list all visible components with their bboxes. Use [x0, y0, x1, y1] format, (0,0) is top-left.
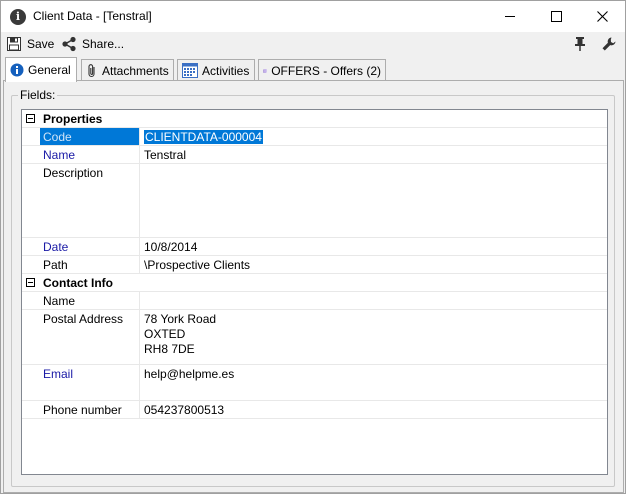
- row-value-contact-name[interactable]: [140, 292, 607, 309]
- maximize-icon: [550, 11, 562, 22]
- row-label: Name: [40, 146, 140, 163]
- category-label: Contact Info: [43, 276, 113, 290]
- grid-row-code[interactable]: Code CLIENTDATA-000004: [22, 128, 607, 146]
- row-value-path[interactable]: \Prospective Clients: [140, 256, 607, 273]
- settings-button[interactable]: [601, 36, 617, 55]
- grid-row-email[interactable]: Email help@helpme.es: [22, 365, 607, 401]
- row-label: Name: [40, 292, 140, 309]
- fields-legend: Fields:: [18, 88, 58, 102]
- minimize-icon: [505, 16, 515, 17]
- tab-offers[interactable]: OFFERS - Offers (2): [258, 59, 386, 81]
- tab-offers-label: OFFERS - Offers (2): [271, 63, 381, 78]
- row-label: Description: [40, 164, 140, 237]
- property-grid[interactable]: Properties Code CLIENTDATA-000004 Name T…: [21, 109, 608, 475]
- calendar-icon: [182, 63, 198, 78]
- row-label: Phone number: [40, 401, 140, 418]
- share-label: Share...: [82, 37, 125, 51]
- pin-icon: [575, 37, 585, 51]
- row-value-email[interactable]: help@helpme.es: [140, 365, 607, 400]
- share-icon: [62, 36, 76, 52]
- toolbar: Save Share...: [1, 32, 625, 56]
- close-icon: [596, 11, 608, 22]
- client-data-window: i Client Data - [Tenstral] Save Share...…: [0, 0, 626, 494]
- row-label: Email: [40, 365, 140, 400]
- code-value-text: CLIENTDATA-000004: [144, 130, 263, 144]
- paperclip-icon: [88, 63, 95, 77]
- grid-row-path[interactable]: Path \Prospective Clients: [22, 256, 607, 274]
- tab-attachments[interactable]: Attachments: [81, 59, 174, 81]
- row-value-postal-address[interactable]: 78 York Road OXTED RH8 7DE: [140, 310, 607, 364]
- save-label: Save: [27, 37, 55, 51]
- grid-row-description[interactable]: Description: [22, 164, 607, 238]
- row-label: Postal Address: [40, 310, 140, 364]
- row-label: Code: [40, 128, 140, 145]
- row-value-phone[interactable]: 054237800513: [140, 401, 607, 418]
- save-button[interactable]: Save: [6, 35, 54, 53]
- tab-activities[interactable]: Activities: [177, 59, 255, 81]
- folder-icon: [263, 68, 267, 73]
- category-properties[interactable]: Properties: [22, 110, 607, 128]
- row-value-code[interactable]: CLIENTDATA-000004: [140, 128, 607, 145]
- maximize-button[interactable]: [533, 1, 579, 32]
- grid-row-postal-address[interactable]: Postal Address 78 York Road OXTED RH8 7D…: [22, 310, 607, 365]
- tab-attachments-label: Attachments: [102, 63, 169, 78]
- row-value-date[interactable]: 10/8/2014: [140, 238, 607, 255]
- tab-general[interactable]: General: [5, 57, 77, 82]
- grid-row-phone[interactable]: Phone number 054237800513: [22, 401, 607, 419]
- grid-row-name[interactable]: Name Tenstral: [22, 146, 607, 164]
- pin-button[interactable]: [573, 36, 587, 55]
- info-icon: i: [10, 9, 26, 25]
- window-title: Client Data - [Tenstral]: [33, 9, 152, 23]
- share-button[interactable]: Share...: [61, 35, 124, 53]
- info-icon: [10, 63, 24, 77]
- category-contact-info[interactable]: Contact Info: [22, 274, 607, 292]
- category-label: Properties: [43, 112, 103, 126]
- save-icon: [7, 37, 21, 51]
- row-value-description[interactable]: [140, 164, 607, 237]
- title-bar[interactable]: i Client Data - [Tenstral]: [1, 1, 625, 32]
- collapse-icon[interactable]: [26, 114, 35, 123]
- grid-row-date[interactable]: Date 10/8/2014: [22, 238, 607, 256]
- tab-strip: General Attachments Activities OFFERS - …: [1, 57, 625, 82]
- tab-activities-label: Activities: [202, 63, 250, 78]
- wrench-icon: [602, 37, 616, 51]
- grid-row-contact-name[interactable]: Name: [22, 292, 607, 310]
- row-label: Date: [40, 238, 140, 255]
- collapse-icon[interactable]: [26, 278, 35, 287]
- minimize-button[interactable]: [487, 1, 533, 32]
- row-label: Path: [40, 256, 140, 273]
- row-value-name[interactable]: Tenstral: [140, 146, 607, 163]
- tab-general-label: General: [28, 63, 71, 77]
- close-button[interactable]: [579, 1, 625, 32]
